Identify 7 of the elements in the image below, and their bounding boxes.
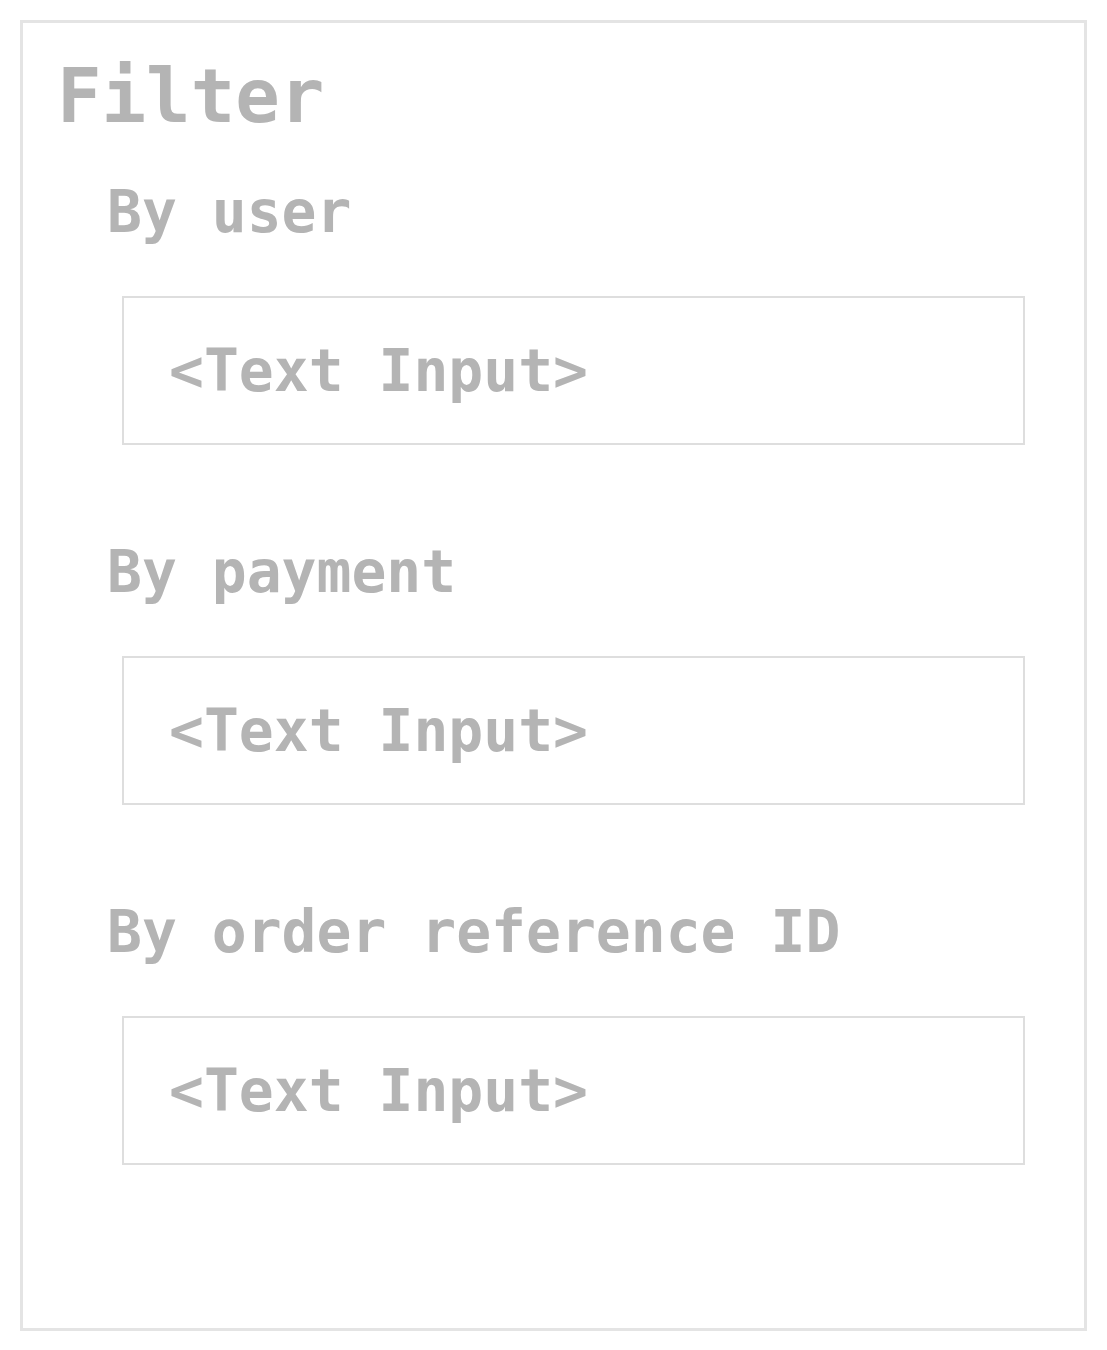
field-label: By user xyxy=(107,177,352,247)
input-field[interactable]: <Text Input> xyxy=(122,1016,1025,1165)
input-field[interactable]: <Text Input> xyxy=(122,296,1025,445)
field-label: By order reference ID xyxy=(107,897,841,967)
field-label: By payment xyxy=(107,537,457,607)
panel-title: Filter xyxy=(57,56,325,136)
input-field[interactable]: <Text Input> xyxy=(122,656,1025,805)
